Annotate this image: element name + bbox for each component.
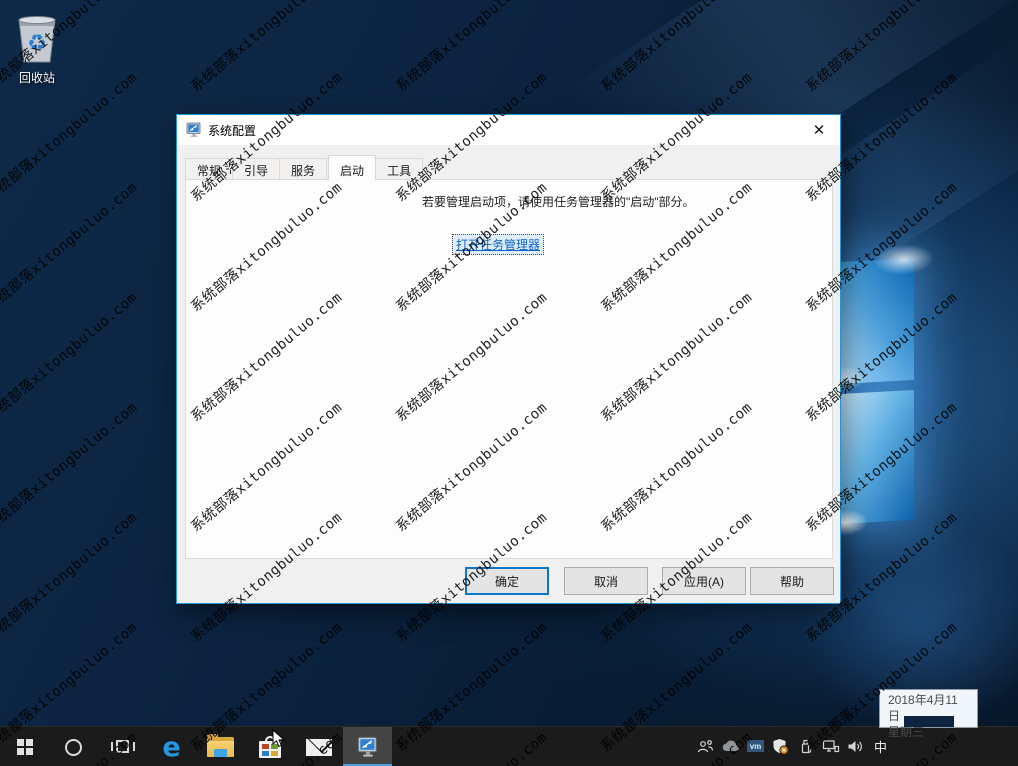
watermark-text: 系统部落xitongbuluo.com — [596, 0, 756, 96]
close-button[interactable]: ✕ — [807, 119, 831, 141]
network-icon — [822, 739, 840, 754]
clock-date-tooltip: 2018年4月11日 星期三 — [879, 689, 978, 728]
dialog-titlebar[interactable]: 系统配置 ✕ — [177, 115, 840, 145]
tab-tools[interactable]: 工具 — [376, 158, 423, 180]
system-configuration-dialog: 系统配置 ✕ 常规 引导 服务 启动 工具 若要管理启动项，请使用任务管理器的"… — [176, 114, 841, 604]
usb-eject-tray-button[interactable] — [793, 726, 818, 766]
watermark-text: 系统部落xitongbuluo.com — [186, 0, 346, 96]
cancel-button[interactable]: 取消 — [564, 567, 648, 595]
cortana-icon — [65, 739, 82, 756]
wallpaper-windows-logo — [838, 258, 914, 524]
msconfig-icon — [186, 122, 202, 138]
tab-services[interactable]: 服务 — [280, 158, 327, 180]
volume-tray-button[interactable] — [843, 726, 868, 766]
watermark-text: 系统部落xitongbuluo.com — [0, 177, 141, 316]
watermark-text: 系统部落xitongbuluo.com — [0, 507, 141, 646]
file-explorer-taskbar-button[interactable] — [196, 727, 245, 766]
people-icon — [697, 739, 714, 754]
system-tray: vm — [693, 726, 893, 766]
open-task-manager-link[interactable]: 打开任务管理器 — [452, 234, 544, 255]
file-explorer-icon — [207, 737, 234, 757]
edge-icon: e — [162, 734, 180, 761]
recycle-bin-label: 回收站 — [6, 69, 68, 86]
tab-strip: 常规 引导 服务 启动 工具 — [185, 155, 423, 180]
recycle-bin-desktop-icon[interactable]: ♻ 回收站 — [6, 12, 68, 86]
mail-icon — [306, 739, 332, 756]
desktop: ♻ 回收站 系统配置 ✕ 常规 引导 服务 启动 工具 若要管理启动项，请使用任… — [0, 0, 1018, 766]
onedrive-cloud-icon — [722, 740, 740, 752]
apply-button[interactable]: 应用(A) — [662, 567, 746, 595]
svg-text:♻: ♻ — [27, 31, 47, 56]
network-tray-button[interactable] — [818, 726, 843, 766]
cortana-search-button[interactable] — [49, 727, 98, 766]
watermark-text: 系统部落xitongbuluo.com — [0, 397, 141, 536]
tab-general[interactable]: 常规 — [185, 158, 233, 180]
defender-tray-button[interactable] — [768, 726, 793, 766]
windows-logo-icon — [17, 739, 33, 755]
watermark-text: 系统部落xitongbuluo.com — [0, 287, 141, 426]
vmware-tray-button[interactable]: vm — [743, 726, 768, 766]
dialog-title: 系统配置 — [208, 122, 807, 139]
watermark-text: 系统部落xitongbuluo.com — [801, 0, 961, 96]
watermark-text: 系统部落xitongbuluo.com — [0, 67, 141, 206]
volume-icon — [847, 739, 864, 754]
watermark-text: 系统部落xitongbuluo.com — [391, 0, 551, 96]
onedrive-tray-button[interactable] — [718, 726, 743, 766]
usb-device-icon — [799, 738, 813, 755]
tab-boot[interactable]: 引导 — [233, 158, 280, 180]
task-view-button[interactable] — [98, 727, 147, 766]
store-taskbar-button[interactable] — [245, 727, 294, 766]
task-view-icon — [111, 739, 135, 755]
ok-button[interactable]: 确定 — [465, 567, 549, 595]
msconfig-taskbar-button[interactable] — [343, 727, 392, 766]
startup-note: 若要管理启动项，请使用任务管理器的"启动"部分。 — [422, 193, 695, 210]
mouse-cursor — [272, 729, 286, 749]
startup-tab-page: 若要管理启动项，请使用任务管理器的"启动"部分。 打开任务管理器 — [185, 179, 833, 559]
tooltip-selection-artifact — [904, 716, 954, 727]
msconfig-icon — [357, 736, 379, 758]
edge-taskbar-button[interactable]: e — [147, 727, 196, 766]
defender-shield-icon — [772, 738, 789, 755]
vmware-icon: vm — [747, 740, 764, 752]
tab-startup[interactable]: 启动 — [328, 155, 376, 181]
people-tray-button[interactable] — [693, 726, 718, 766]
recycle-bin-icon: ♻ — [13, 12, 61, 66]
mail-taskbar-button[interactable] — [294, 727, 343, 766]
help-button[interactable]: 帮助 — [750, 567, 834, 595]
start-button[interactable] — [0, 727, 49, 766]
